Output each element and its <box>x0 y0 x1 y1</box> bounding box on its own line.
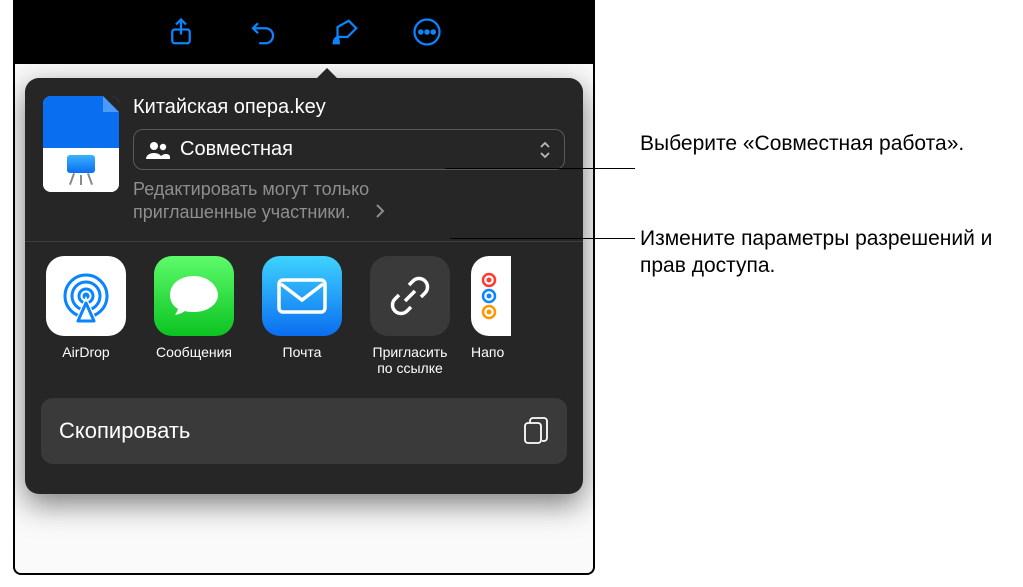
share-app-messages[interactable]: Сообщения <box>147 256 241 376</box>
share-app-invite-link[interactable]: Пригласить по ссылке <box>363 256 457 376</box>
share-sheet: Китайская опера.key Совместная <box>25 78 583 494</box>
more-icon <box>412 17 442 47</box>
copy-icon <box>523 416 549 446</box>
popover-arrow <box>315 68 339 80</box>
people-icon <box>146 141 170 159</box>
keynote-icon <box>67 155 95 185</box>
format-button[interactable] <box>325 12 365 52</box>
app-label: Сообщения <box>147 344 241 360</box>
mail-icon <box>275 276 329 316</box>
device-frame: Китайская опера.key Совместная <box>13 0 595 575</box>
reminders-icon <box>479 268 501 324</box>
collaboration-mode-dropdown[interactable]: Совместная <box>133 129 565 170</box>
content-area: Китайская опера.key Совместная <box>15 64 593 573</box>
app-label: Напо <box>471 344 511 360</box>
callout-collaborate: Выберите «Совместная работа». <box>640 130 1000 157</box>
messages-icon <box>167 272 221 320</box>
copy-action[interactable]: Скопировать <box>41 398 567 464</box>
app-label: Пригласить по ссылке <box>363 344 457 376</box>
callout-line-2 <box>450 238 635 239</box>
share-app-airdrop[interactable]: AirDrop <box>39 256 133 376</box>
brush-icon <box>330 17 360 47</box>
share-header: Китайская опера.key Совместная <box>25 78 583 237</box>
updown-chevron-icon <box>538 141 552 159</box>
share-app-mail[interactable]: Почта <box>255 256 349 376</box>
callout-line-1 <box>445 168 635 169</box>
top-toolbar <box>15 0 593 64</box>
document-thumbnail <box>43 96 119 192</box>
divider <box>25 241 583 242</box>
share-icon <box>166 17 196 47</box>
undo-icon <box>248 17 278 47</box>
permissions-row[interactable]: Редактировать могут только приглашенные … <box>133 178 565 223</box>
app-label: AirDrop <box>39 344 133 360</box>
chevron-right-icon <box>375 203 385 219</box>
collaboration-mode-label: Совместная <box>180 138 293 161</box>
callout-permissions: Измените параметры разрешений и прав дос… <box>640 225 1000 280</box>
share-app-reminders[interactable]: Напо <box>471 256 511 376</box>
undo-button[interactable] <box>243 12 283 52</box>
permissions-text-1: Редактировать могут только <box>133 178 369 201</box>
airdrop-icon <box>57 267 115 325</box>
link-icon <box>387 273 433 319</box>
more-button[interactable] <box>407 12 447 52</box>
share-apps-row: AirDrop Сообщения <box>25 256 583 376</box>
document-title: Китайская опера.key <box>133 96 565 119</box>
copy-label: Скопировать <box>59 418 190 444</box>
share-button[interactable] <box>161 12 201 52</box>
permissions-text-2: приглашенные участники. <box>133 201 369 224</box>
app-label: Почта <box>255 344 349 360</box>
